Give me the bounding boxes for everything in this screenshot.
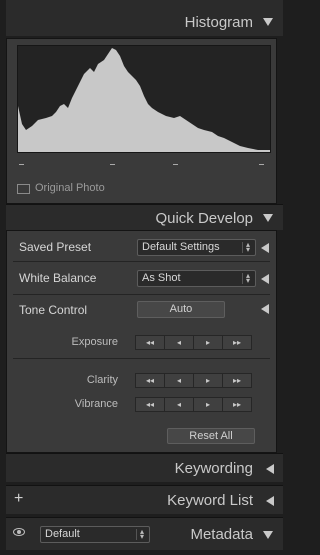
original-photo-checkbox[interactable]: [17, 184, 30, 194]
reset-all-button[interactable]: Reset All: [167, 428, 255, 444]
divider: [13, 261, 270, 262]
histogram-graph[interactable]: [17, 45, 271, 153]
collapse-triangle-icon[interactable]: [263, 18, 273, 26]
expand-triangle-icon[interactable]: [261, 304, 269, 314]
saved-preset-label: Saved Preset: [19, 240, 92, 254]
increase-small-button[interactable]: ▸: [193, 335, 223, 350]
collapse-triangle-icon[interactable]: [263, 531, 273, 539]
select-spinner-icon: ▴ ▾: [136, 528, 147, 541]
select-spinner-icon: ▴ ▾: [242, 241, 253, 254]
eye-icon[interactable]: [13, 528, 25, 536]
quick-develop-title: Quick Develop: [155, 210, 253, 227]
keyword-list-title: Keyword List: [167, 492, 253, 509]
histogram-tick: [110, 164, 115, 165]
metadata-preset-value: Default: [45, 528, 80, 540]
white-balance-select[interactable]: As Shot ▴ ▾: [137, 270, 256, 287]
histogram-title: Histogram: [184, 14, 253, 31]
increase-large-button[interactable]: ▸▸: [222, 335, 252, 350]
auto-tone-button[interactable]: Auto: [137, 301, 225, 318]
keywording-title: Keywording: [174, 460, 253, 477]
histogram-tick: [173, 164, 178, 165]
quick-develop-panel: Saved Preset Default Settings ▴ ▾ White B…: [6, 230, 277, 453]
saved-preset-select[interactable]: Default Settings ▴ ▾: [137, 239, 256, 256]
white-balance-value: As Shot: [142, 272, 181, 284]
increase-small-button[interactable]: ▸: [193, 373, 223, 388]
increase-large-button[interactable]: ▸▸: [222, 373, 252, 388]
histogram-curve: [18, 48, 270, 152]
exposure-stepper: ◂◂ ◂ ▸ ▸▸: [135, 335, 252, 350]
decrease-small-button[interactable]: ◂: [164, 373, 194, 388]
vibrance-label: Vibrance: [74, 398, 118, 410]
tone-control-label: Tone Control: [19, 303, 88, 317]
decrease-large-button[interactable]: ◂◂: [135, 373, 165, 388]
metadata-header[interactable]: Default ▴ ▾ Metadata: [6, 517, 283, 550]
decrease-small-button[interactable]: ◂: [164, 397, 194, 412]
histogram-panel: Original Photo: [6, 38, 277, 204]
metadata-preset-select[interactable]: Default ▴ ▾: [40, 526, 150, 543]
add-keyword-icon[interactable]: +: [14, 490, 23, 508]
divider: [13, 358, 270, 359]
exposure-label: Exposure: [71, 336, 118, 348]
histogram-header[interactable]: Histogram: [6, 0, 283, 36]
metadata-title: Metadata: [190, 526, 253, 543]
decrease-large-button[interactable]: ◂◂: [135, 335, 165, 350]
expand-triangle-icon[interactable]: [266, 464, 274, 474]
select-spinner-icon: ▴ ▾: [242, 272, 253, 285]
original-photo-label: Original Photo: [35, 182, 105, 194]
saved-preset-value: Default Settings: [142, 241, 220, 253]
divider: [13, 294, 270, 295]
vibrance-stepper: ◂◂ ◂ ▸ ▸▸: [135, 397, 252, 412]
histogram-tick: [259, 164, 264, 165]
expand-triangle-icon[interactable]: [266, 496, 274, 506]
keyword-list-header[interactable]: + Keyword List: [6, 485, 283, 514]
histogram-tick: [19, 164, 24, 165]
increase-small-button[interactable]: ▸: [193, 397, 223, 412]
clarity-stepper: ◂◂ ◂ ▸ ▸▸: [135, 373, 252, 388]
collapse-triangle-icon[interactable]: [263, 214, 273, 222]
quick-develop-header[interactable]: Quick Develop: [6, 204, 283, 230]
increase-large-button[interactable]: ▸▸: [222, 397, 252, 412]
decrease-large-button[interactable]: ◂◂: [135, 397, 165, 412]
keywording-header[interactable]: Keywording: [6, 453, 283, 482]
decrease-small-button[interactable]: ◂: [164, 335, 194, 350]
white-balance-label: White Balance: [19, 271, 97, 285]
expand-triangle-icon[interactable]: [261, 274, 269, 284]
expand-triangle-icon[interactable]: [261, 243, 269, 253]
clarity-label: Clarity: [86, 374, 118, 386]
